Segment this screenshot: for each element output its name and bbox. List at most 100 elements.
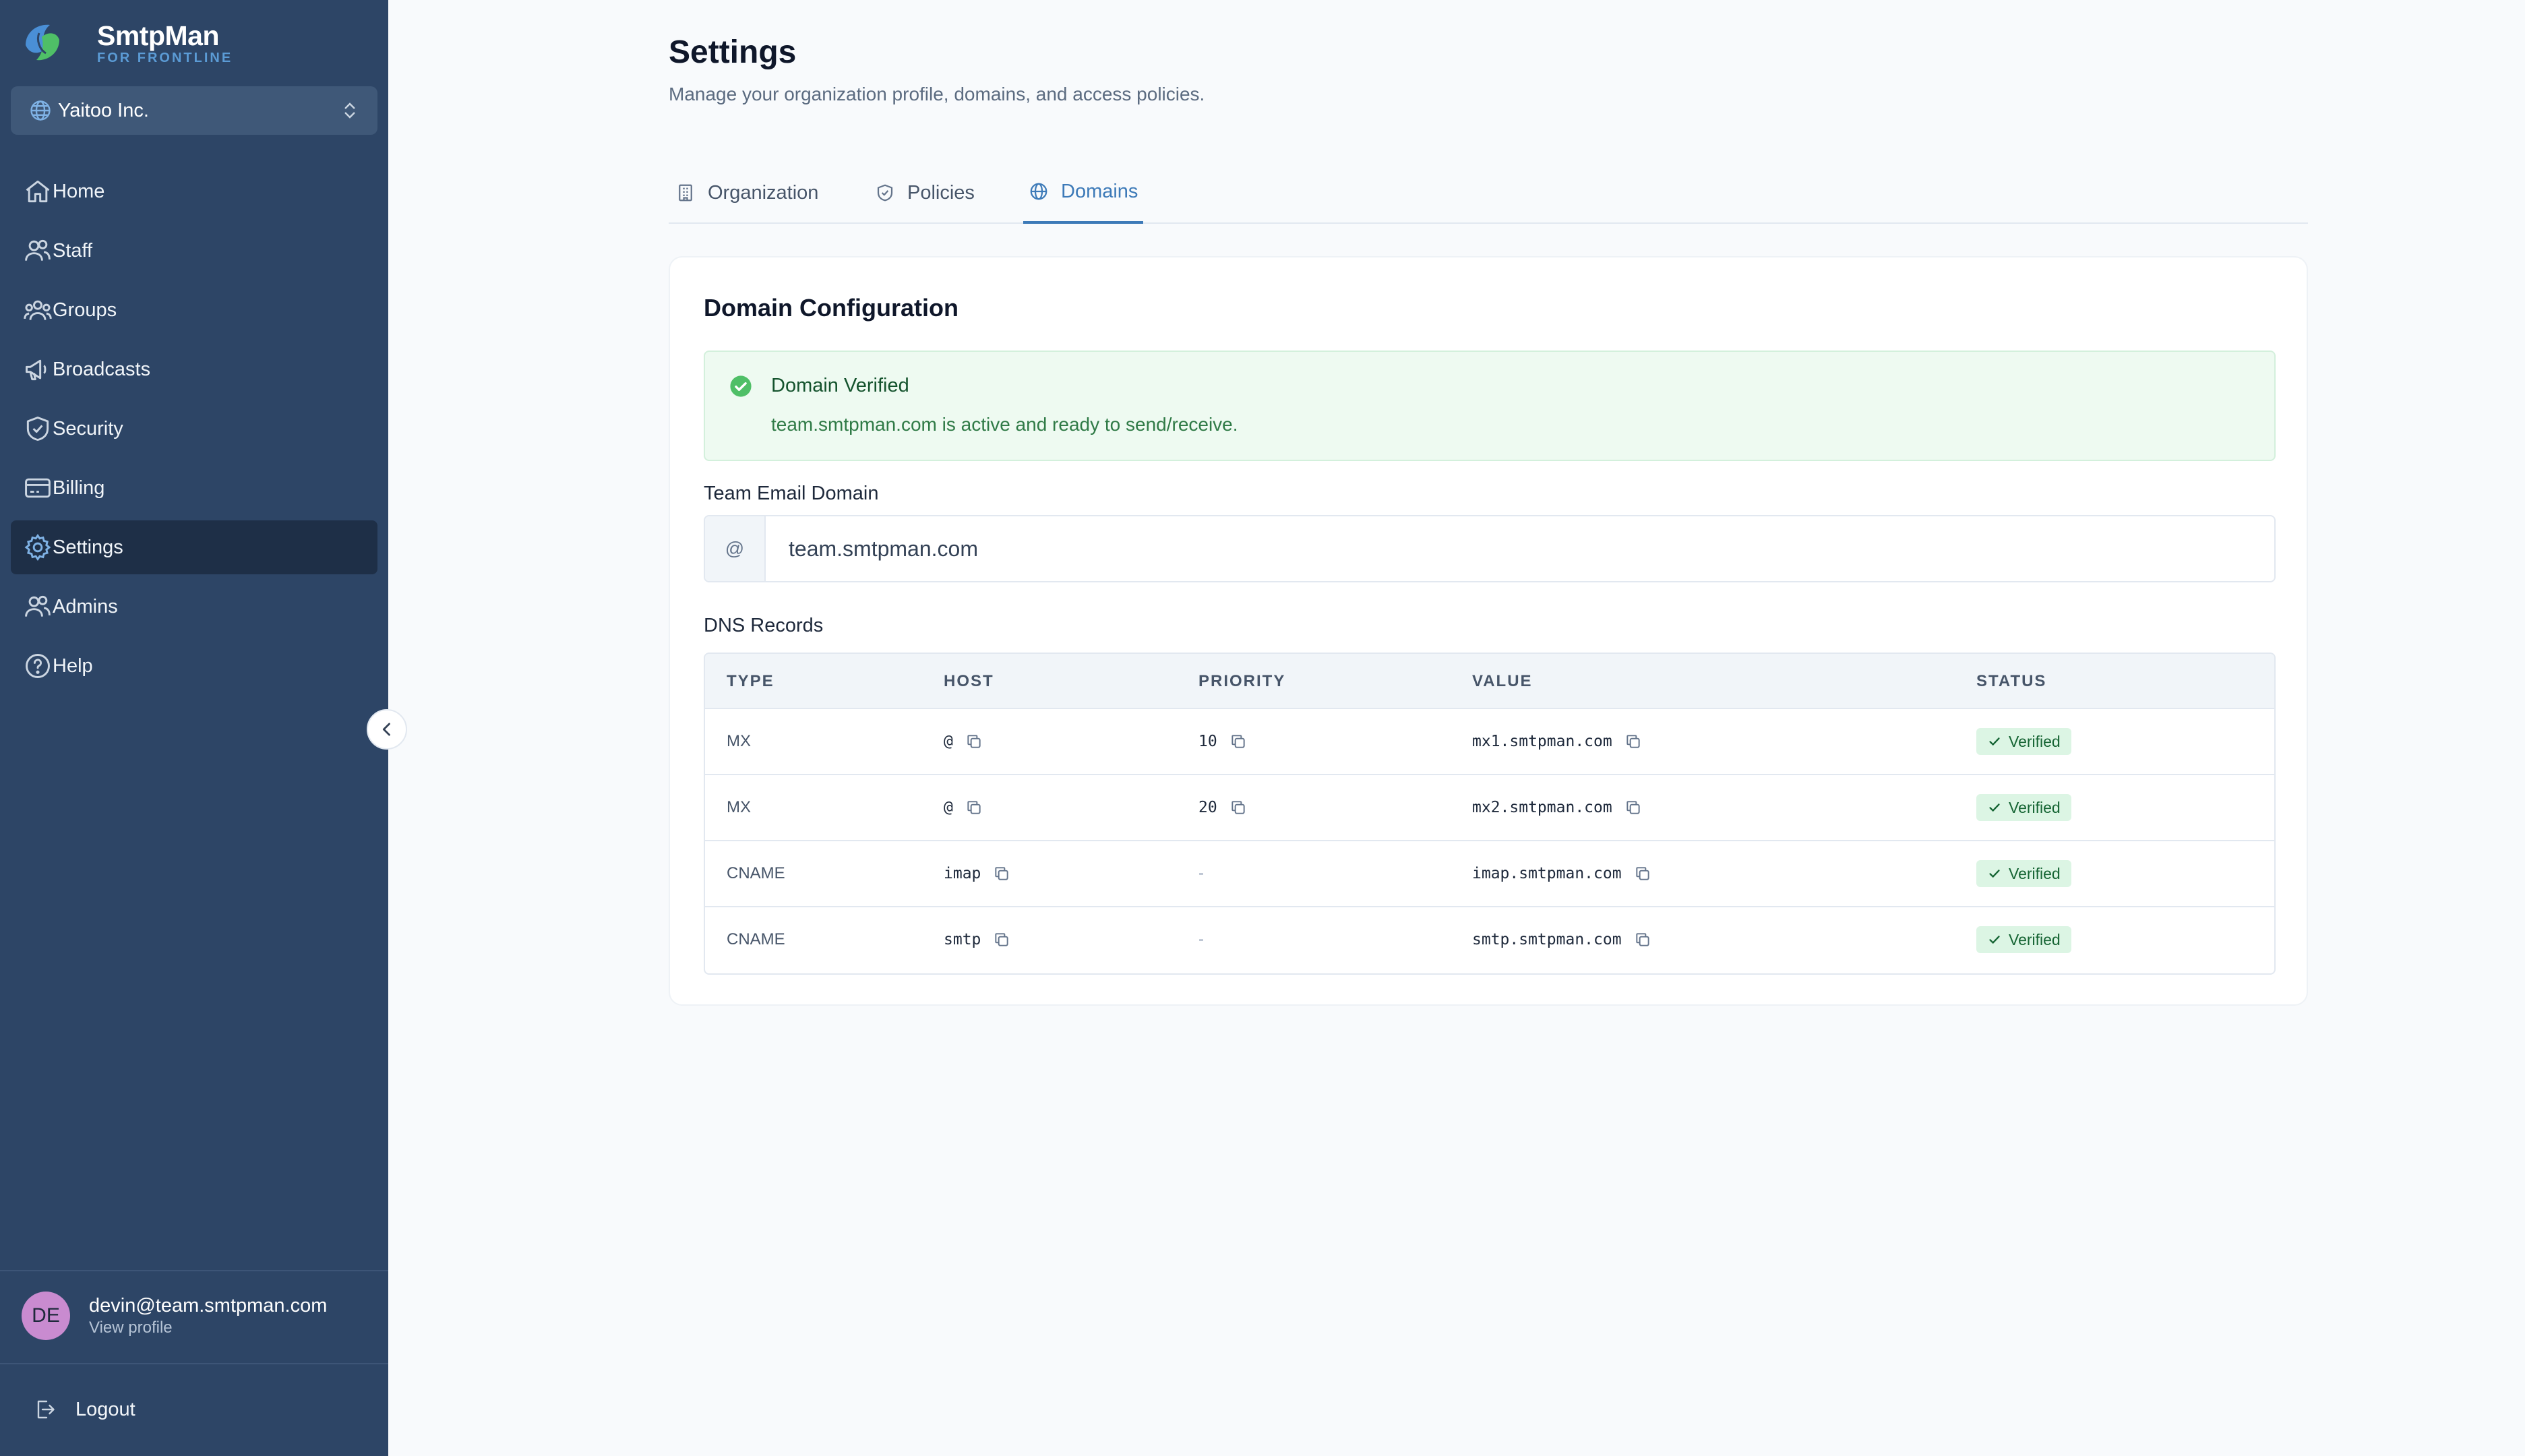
sidebar-divider <box>0 1363 388 1364</box>
check-icon <box>1989 936 2000 944</box>
building-icon <box>679 184 692 202</box>
column-header-type: TYPE <box>727 672 774 690</box>
megaphone-icon <box>26 359 47 381</box>
status-text: Verified <box>2009 930 2061 948</box>
page-title: Settings <box>669 34 797 70</box>
tab-policies[interactable]: Policies <box>875 162 975 224</box>
record-value: mx2.smtpman.com <box>1472 799 1612 816</box>
logout-label: Logout <box>75 1398 135 1420</box>
record-type: MX <box>727 798 751 816</box>
record-host: imap <box>944 865 981 882</box>
sidebar: SmtpMan FOR FRONTLINE Yaitoo Inc. Home S… <box>0 0 388 1456</box>
copy-icon[interactable] <box>1229 799 1247 816</box>
record-priority: - <box>1198 864 1204 882</box>
check-circle-icon <box>730 375 752 397</box>
smtpman-logo-icon <box>26 24 59 61</box>
sidebar-collapse-button[interactable] <box>367 709 407 750</box>
copy-icon[interactable] <box>993 865 1010 882</box>
record-type: MX <box>727 732 751 750</box>
sidebar-item-admins[interactable]: Admins <box>11 580 377 634</box>
sidebar-item-label: Staff <box>53 239 93 262</box>
copy-icon[interactable] <box>965 733 983 750</box>
sidebar-item-groups[interactable]: Groups <box>11 283 377 337</box>
logout-button[interactable]: Logout <box>32 1393 135 1426</box>
sidebar-item-security[interactable]: Security <box>11 402 377 456</box>
record-type: CNAME <box>727 930 785 948</box>
copy-icon[interactable] <box>1634 931 1651 948</box>
tab-label: Organization <box>708 181 819 204</box>
sidebar-item-label: Home <box>53 180 105 202</box>
chevron-left-icon <box>382 723 390 736</box>
check-icon <box>1989 870 2000 878</box>
copy-icon[interactable] <box>1624 799 1642 816</box>
users-icon <box>25 239 51 261</box>
brand[interactable]: SmtpMan FOR FRONTLINE <box>19 19 233 67</box>
tab-label: Domains <box>1061 180 1138 202</box>
copy-icon[interactable] <box>1229 733 1247 750</box>
column-header-host: HOST <box>944 672 994 690</box>
sidebar-item-label: Billing <box>53 477 105 499</box>
sidebar-item-broadcasts[interactable]: Broadcasts <box>11 342 377 396</box>
logout-icon <box>37 1400 55 1419</box>
org-switcher[interactable]: Yaitoo Inc. <box>11 86 377 135</box>
domain-configuration-card: Domain Configuration Domain Verified tea… <box>669 256 2308 1006</box>
sidebar-item-billing[interactable]: Billing <box>11 461 377 515</box>
copy-icon[interactable] <box>993 931 1010 948</box>
table-row: CNAME smtp - smtp.smtpman.com Verified <box>705 907 2274 973</box>
sidebar-item-home[interactable]: Home <box>11 164 377 218</box>
dns-records-label: DNS Records <box>704 615 824 636</box>
record-priority: 20 <box>1198 799 1217 816</box>
column-header-priority: PRIORITY <box>1198 672 1286 690</box>
app-tagline: FOR FRONTLINE <box>97 51 233 65</box>
billing-icon <box>25 478 51 498</box>
user-email: devin@team.smtpman.com <box>89 1295 328 1316</box>
domain-verified-alert: Domain Verified team.smtpman.com is acti… <box>704 351 2276 461</box>
record-type: CNAME <box>727 864 785 882</box>
team-email-domain-field[interactable]: @ team.smtpman.com <box>704 515 2276 582</box>
table-header: TYPE HOST PRIORITY VALUE STATUS <box>705 654 2274 709</box>
view-profile-link[interactable]: View profile <box>89 1318 327 1338</box>
copy-icon[interactable] <box>1624 733 1642 750</box>
tab-organization[interactable]: Organization <box>675 162 818 224</box>
status-text: Verified <box>2009 864 2061 882</box>
shield-check-icon <box>26 417 49 441</box>
column-header-value: VALUE <box>1472 672 1533 690</box>
column-header-status: STATUS <box>1976 672 2047 690</box>
sidebar-item-label: Settings <box>53 536 123 558</box>
user-profile[interactable]: DE devin@team.smtpman.com View profile <box>22 1292 327 1340</box>
tab-label: Policies <box>907 181 975 204</box>
app-name: SmtpMan <box>97 20 220 51</box>
status-badge: Verified <box>1976 728 2071 755</box>
domain-input-value[interactable]: team.smtpman.com <box>766 516 2274 581</box>
globe-icon <box>1030 183 1047 200</box>
tab-domains[interactable]: Domains <box>1023 162 1144 224</box>
chevron-up-down-icon <box>344 102 355 119</box>
sidebar-divider <box>0 1270 388 1271</box>
groups-icon <box>24 300 52 320</box>
record-value: smtp.smtpman.com <box>1472 931 1622 948</box>
sidebar-item-label: Help <box>53 655 93 677</box>
sidebar-item-staff[interactable]: Staff <box>11 224 377 278</box>
status-text: Verified <box>2009 732 2061 750</box>
globe-icon <box>30 100 51 121</box>
help-icon <box>26 654 50 678</box>
status-text: Verified <box>2009 798 2061 816</box>
sidebar-item-help[interactable]: Help <box>11 639 377 693</box>
sidebar-item-label: Admins <box>53 595 118 617</box>
copy-icon[interactable] <box>1634 865 1651 882</box>
sidebar-item-label: Broadcasts <box>53 358 151 380</box>
sidebar-item-label: Groups <box>53 299 117 321</box>
team-email-domain-label: Team Email Domain <box>704 483 879 504</box>
record-host: smtp <box>944 931 981 948</box>
copy-icon[interactable] <box>965 799 983 816</box>
sidebar-item-label: Security <box>53 417 123 439</box>
record-value: imap.smtpman.com <box>1472 865 1622 882</box>
home-icon <box>26 180 50 203</box>
record-priority: - <box>1198 930 1204 948</box>
record-host: @ <box>944 733 953 750</box>
input-prefix: @ <box>705 516 766 581</box>
card-title: Domain Configuration <box>704 294 959 322</box>
alert-message: team.smtpman.com is active and ready to … <box>771 414 1238 435</box>
admins-icon <box>25 595 51 617</box>
sidebar-item-settings[interactable]: Settings <box>11 520 377 574</box>
